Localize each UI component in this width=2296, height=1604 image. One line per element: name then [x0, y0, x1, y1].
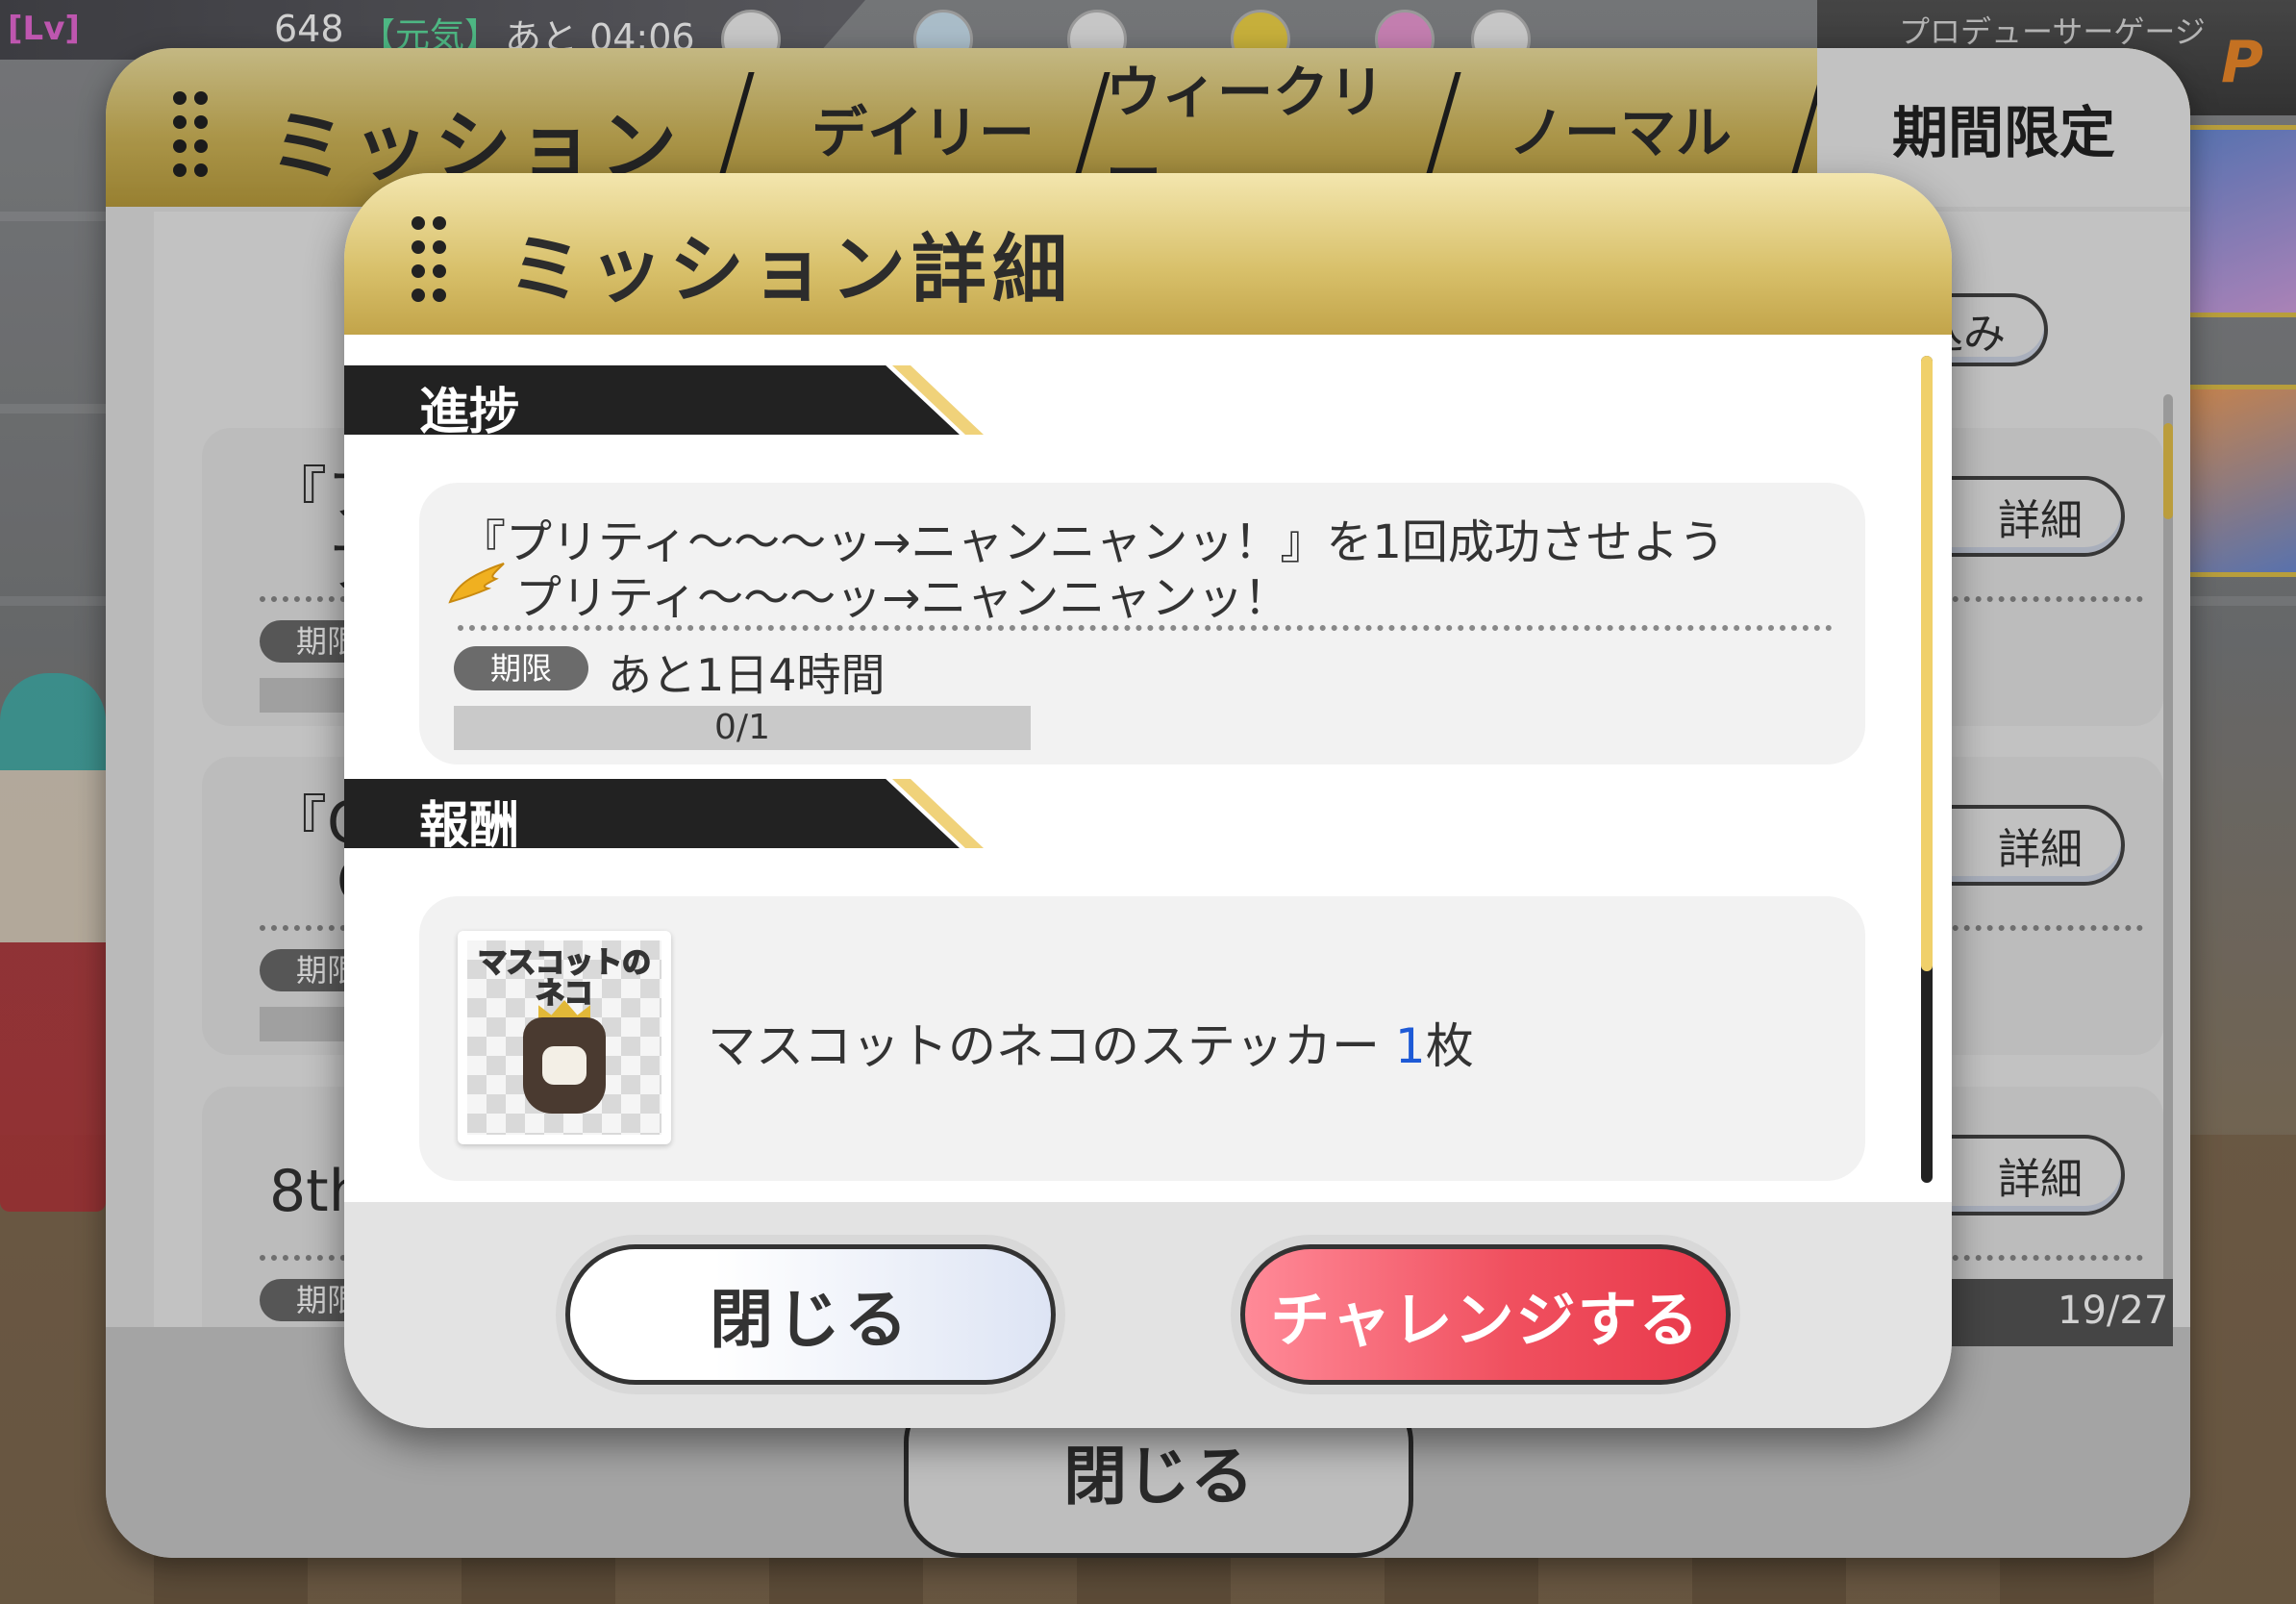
mission-name: プリティ〜〜〜ッ→ニャンニャンッ！ — [515, 571, 1290, 625]
progress-box: 『プリティ〜〜〜ッ→ニャンニャンッ！』を1回成功させよう プリティ〜〜〜ッ→ニャ… — [419, 483, 1865, 764]
reward-text: マスコットのネコのステッカー 1枚 — [708, 1008, 1474, 1077]
mission-detail-modal: ミッション詳細 進捗 『プリティ〜〜〜ッ→ニャンニャンッ！』を1回成功させよう … — [344, 173, 1952, 1428]
progress-text: 0/1 — [714, 708, 770, 747]
gold-wing-icon — [448, 563, 505, 604]
close-button[interactable]: 閉じる — [565, 1244, 1056, 1385]
dotted-divider — [458, 625, 1833, 631]
deadline-badge: 期限 — [454, 646, 588, 690]
mascot-cat-icon — [523, 1017, 606, 1114]
reward-section-label: 報酬 — [419, 797, 520, 855]
challenge-button[interactable]: チャレンジする — [1240, 1244, 1731, 1385]
modal-header: ミッション詳細 — [344, 173, 1952, 335]
reward-item-name: マスコットのネコのステッカー — [708, 1018, 1380, 1074]
cat-face — [542, 1046, 586, 1085]
sticker-thumbnail[interactable]: マスコットのネコ — [458, 931, 671, 1144]
deadline-text: あと1日4時間 — [608, 649, 886, 701]
reward-box: マスコットのネコ マスコットのネコのステッカー 1枚 — [419, 896, 1865, 1181]
grip-dots-icon — [412, 216, 450, 303]
sticker-art: マスコットのネコ — [467, 940, 661, 1135]
modal-title: ミッション詳細 — [508, 227, 1074, 313]
progress-section-label: 進捗 — [419, 384, 520, 441]
modal-scroll-thumb[interactable] — [1921, 356, 1933, 971]
reward-quantity: 1 — [1394, 1018, 1426, 1074]
progress-bar: 0/1 — [454, 706, 1031, 750]
reward-unit: 枚 — [1425, 1018, 1474, 1074]
